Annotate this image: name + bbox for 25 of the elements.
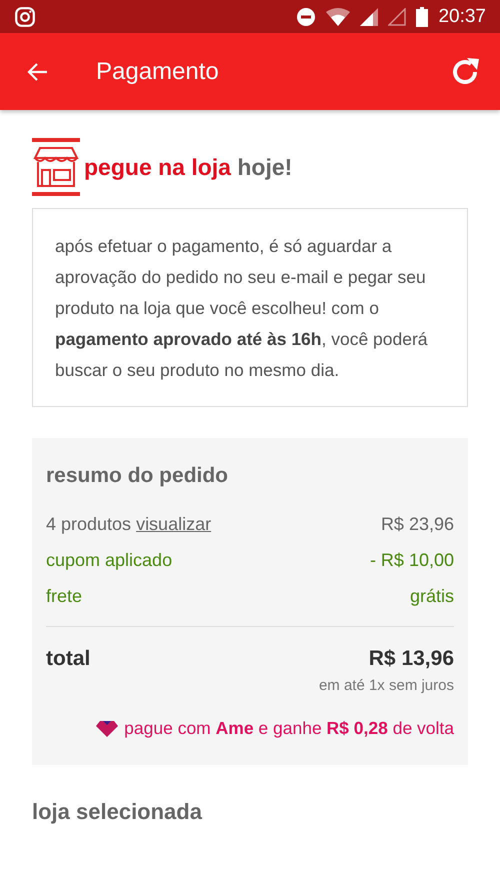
selected-store-heading: loja selecionada	[32, 799, 204, 825]
do-not-disturb-icon	[296, 6, 316, 26]
total-value: R$ 13,96	[368, 646, 454, 672]
summary-label: frete	[46, 585, 82, 608]
view-products-link[interactable]: visualizar	[136, 506, 212, 542]
wifi-icon	[326, 8, 350, 26]
pickup-notice: após efetuar o pagamento, é só aguardar a aprovação do pedido no seu e-mail e pegar seu produto na loja que você escolheu! com o pagamento aprovado até às 16h, você poderá buscar o seu produto no mesmo dia.	[55, 235, 429, 382]
summary-value: R$ 23,96	[380, 513, 454, 536]
summary-title: resumo do pedido	[46, 464, 230, 488]
signal-icon	[360, 8, 378, 26]
store-icon	[32, 138, 80, 196]
pickup-heading: pegue na loja hoje!	[84, 154, 292, 180]
cashback-text: pague com Ame e ganhe R$ 0,28 de volta	[124, 718, 454, 739]
installments-text: em até 1x sem juros	[318, 677, 454, 694]
screen-title: Pagamento	[96, 58, 220, 86]
summary-value: - R$ 10,00	[370, 549, 454, 572]
clock: 20:37	[438, 6, 486, 28]
gem-icon	[96, 720, 118, 736]
battery-icon	[416, 6, 428, 26]
total-label: total	[46, 646, 90, 672]
signal-icon	[388, 8, 406, 26]
summary-value: grátis	[410, 585, 454, 608]
summary-label: cupom aplicado	[46, 549, 172, 572]
summary-label: 4 produtos	[46, 513, 132, 536]
camera-app-icon	[14, 6, 36, 28]
